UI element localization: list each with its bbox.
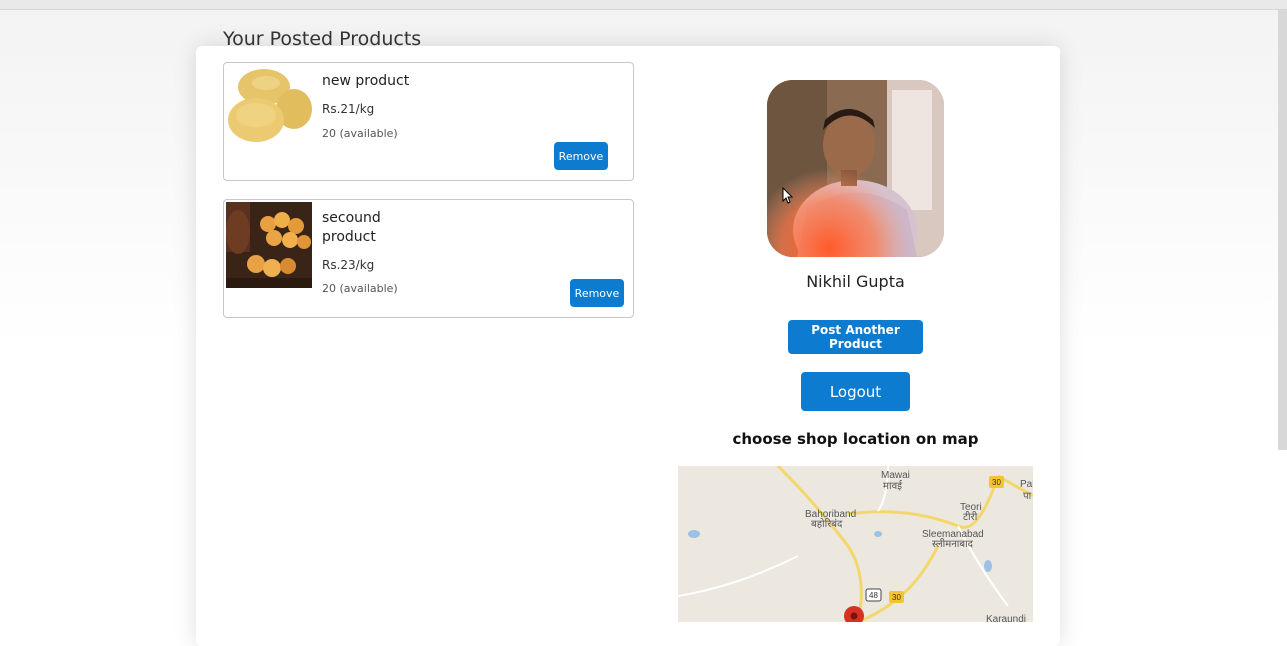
- road-shield-label: 48: [869, 591, 878, 600]
- road-shield-label: 30: [892, 593, 901, 602]
- section-title: Your Posted Products: [223, 28, 422, 50]
- map-label-pal-local: पा: [1023, 491, 1032, 502]
- product-availability: 20 (available): [322, 127, 398, 140]
- product-image-potatoes: [226, 65, 312, 151]
- map-label-sleemanabad-local: स्लीमनाबाद: [932, 538, 974, 550]
- browser-top-bar: [0, 0, 1287, 10]
- page-scrollbar[interactable]: [1278, 10, 1287, 450]
- map-label-teori-local: टीरी: [963, 511, 978, 523]
- shop-location-map[interactable]: Mawai मावई Bahoriband बहोरिबंद Teori टीर…: [678, 466, 1033, 622]
- product-price: Rs.23/kg: [322, 258, 375, 272]
- map-label-mawai: Mawai: [881, 470, 910, 481]
- product-availability: 20 (available): [322, 282, 398, 295]
- post-another-product-button[interactable]: Post Another Product: [788, 320, 923, 354]
- map-title: choose shop location on map: [732, 430, 979, 448]
- remove-button[interactable]: Remove: [554, 142, 608, 170]
- map-canvas[interactable]: Mawai मावई Bahoriband बहोरिबंद Teori टीर…: [678, 466, 1033, 622]
- remove-button[interactable]: Remove: [570, 279, 624, 307]
- avatar: [767, 80, 944, 257]
- user-name: Nikhil Gupta: [806, 272, 905, 291]
- map-label-bahoriband-local: बहोरिबंद: [811, 518, 843, 530]
- product-name: secound product: [322, 210, 381, 245]
- product-price: Rs.21/kg: [322, 102, 375, 116]
- map-label-pal: Pal: [1020, 479, 1033, 490]
- mouse-cursor-icon: [782, 187, 794, 204]
- logout-button[interactable]: Logout: [801, 372, 910, 411]
- product-card: secound product Rs.23/kg 20 (available) …: [223, 199, 634, 318]
- map-label-mawai-local: मावई: [883, 480, 903, 492]
- product-image-sweets: [226, 202, 312, 288]
- product-card: new product Rs.21/kg 20 (available) Remo…: [223, 62, 634, 181]
- map-label-karaundi: Karaundi: [986, 614, 1026, 622]
- profile-photo: [767, 80, 944, 257]
- product-name: new product: [322, 73, 410, 89]
- road-shield-label: 30: [992, 478, 1001, 487]
